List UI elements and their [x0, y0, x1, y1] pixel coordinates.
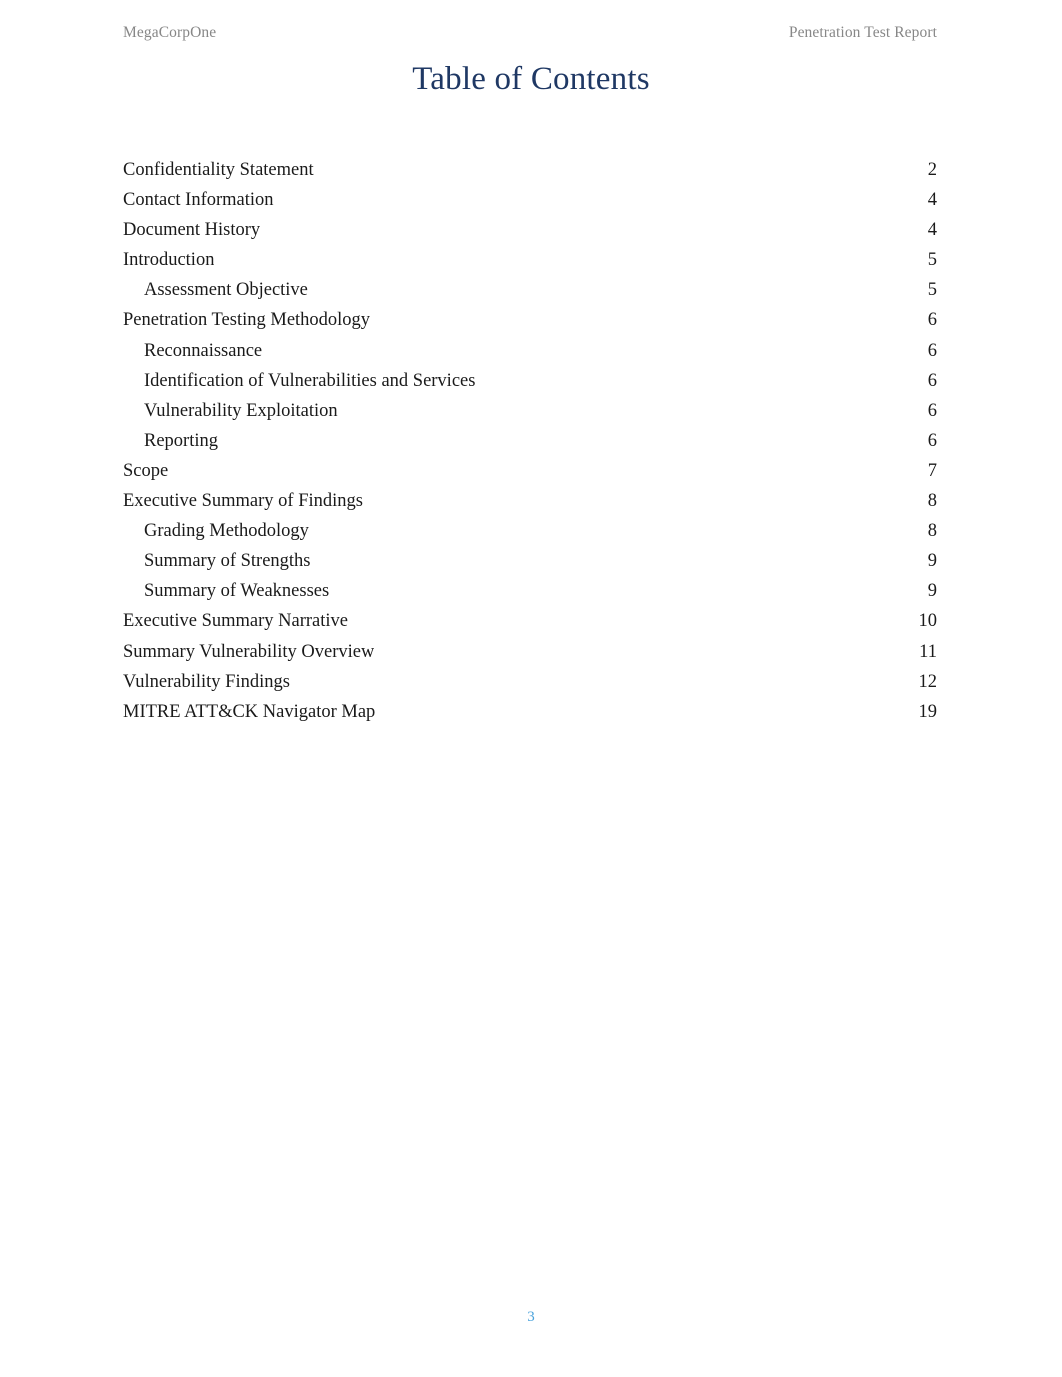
toc-entry[interactable]: Introduction 5	[123, 245, 937, 275]
toc-entry-label: Scope	[123, 460, 169, 481]
toc-entry[interactable]: Summary Vulnerability Overview 11	[123, 637, 937, 667]
toc-entry[interactable]: Reconnaissance 6	[123, 336, 937, 366]
page-footer: 3	[0, 1308, 1062, 1326]
toc-entry-label: Summary of Strengths	[144, 551, 311, 572]
toc-entry-label: Grading Methodology	[144, 521, 309, 542]
toc-entry-page-number: 6	[927, 340, 937, 361]
table-of-contents: Confidentiality Statement 2 Contact Inform…	[123, 155, 937, 727]
toc-entry-page-number: 6	[927, 370, 937, 391]
toc-entry-label: Assessment Objective	[144, 280, 308, 301]
header-company-name: MegaCorpOne	[123, 24, 217, 41]
toc-entry-label: Introduction	[123, 250, 215, 271]
toc-entry[interactable]: Vulnerability Exploitation 6	[123, 396, 937, 426]
toc-entry-label: MITRE ATT&CK Navigator Map	[123, 701, 376, 722]
toc-entry-page-number: 7	[927, 460, 937, 481]
toc-entry[interactable]: Assessment Objective 5	[123, 275, 937, 305]
toc-entry[interactable]: Confidentiality Statement 2	[123, 155, 937, 185]
toc-entry[interactable]: Vulnerability Findings 12	[123, 667, 937, 697]
toc-entry[interactable]: Summary of Weaknesses 9	[123, 576, 937, 606]
toc-entry-label: Confidentiality Statement	[123, 160, 314, 180]
toc-entry-page-number: 19	[918, 701, 938, 722]
toc-entry[interactable]: Scope 7	[123, 456, 937, 486]
toc-entry-page-number: 2	[927, 160, 937, 180]
header-document-title: Penetration Test Report	[788, 24, 937, 41]
toc-entry-page-number: 8	[927, 491, 937, 512]
toc-entry-page-number: 9	[927, 581, 937, 602]
toc-entry[interactable]: Summary of Strengths 9	[123, 546, 937, 576]
toc-entry-page-number: 4	[927, 220, 937, 241]
toc-entry-page-number: 6	[927, 310, 937, 331]
toc-entry-label: Vulnerability Findings	[123, 671, 290, 692]
toc-entry-page-number: 12	[918, 671, 938, 692]
toc-entry[interactable]: Executive Summary of Findings 8	[123, 486, 937, 516]
toc-entry-label: Reporting	[144, 430, 218, 451]
toc-entry-page-number: 8	[927, 521, 937, 542]
running-header: MegaCorpOne Penetration Test Report	[123, 24, 937, 48]
footer-page-number: 3	[527, 1309, 535, 1325]
toc-entry-label: Summary Vulnerability Overview	[123, 641, 375, 662]
toc-entry-label: Contact Information	[123, 190, 274, 211]
toc-entry[interactable]: Identification of Vulnerabilities and Se…	[123, 366, 937, 396]
toc-entry-label: Reconnaissance	[144, 340, 263, 361]
toc-entry-label: Document History	[123, 220, 261, 241]
toc-entry[interactable]: Reporting 6	[123, 426, 937, 456]
toc-entry-label: Identification of Vulnerabilities and Se…	[144, 370, 476, 391]
toc-entry[interactable]: Document History 4	[123, 215, 937, 245]
toc-entry-page-number: 5	[927, 250, 937, 271]
toc-entry-page-number: 9	[927, 551, 937, 572]
toc-entry-label: Penetration Testing Methodology	[123, 310, 371, 331]
toc-entry-page-number: 5	[927, 280, 937, 301]
toc-entry[interactable]: MITRE ATT&CK Navigator Map 19	[123, 697, 937, 727]
toc-entry-page-number: 6	[927, 400, 937, 421]
toc-entry[interactable]: Executive Summary Narrative 10	[123, 606, 937, 636]
document-page: MegaCorpOne Penetration Test Report Tabl…	[0, 0, 1062, 1377]
toc-entry[interactable]: Grading Methodology 8	[123, 516, 937, 546]
toc-entry[interactable]: Contact Information 4	[123, 185, 937, 215]
toc-entry-page-number: 10	[918, 611, 938, 632]
toc-entry-page-number: 11	[919, 641, 937, 662]
toc-entry-page-number: 6	[927, 430, 937, 451]
toc-entry-label: Executive Summary of Findings	[123, 491, 363, 512]
page-title: Table of Contents	[412, 61, 650, 97]
toc-entry-label: Summary of Weaknesses	[144, 581, 330, 602]
toc-entry-label: Vulnerability Exploitation	[144, 400, 338, 421]
toc-entry[interactable]: Penetration Testing Methodology 6	[123, 305, 937, 335]
toc-entry-page-number: 4	[927, 190, 937, 211]
toc-entry-label: Executive Summary Narrative	[123, 611, 348, 632]
